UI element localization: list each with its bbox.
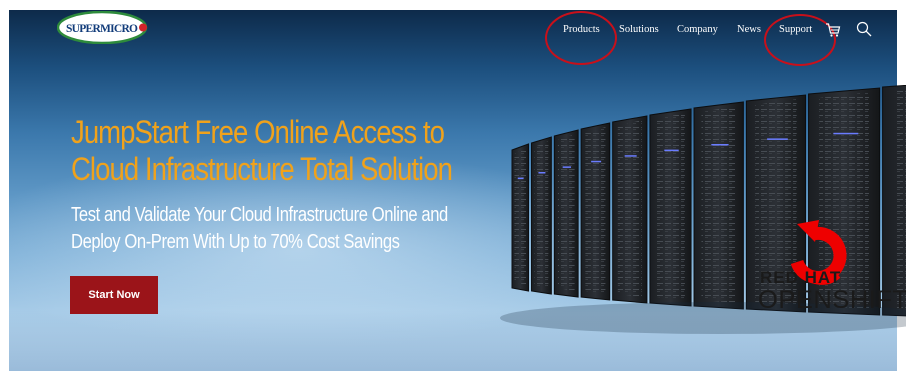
cart-icon[interactable] (825, 22, 841, 38)
page-frame: SUPERMICRO Products Solutions Company Ne… (0, 0, 906, 373)
start-now-button[interactable]: Start Now (70, 276, 158, 314)
nav-news[interactable]: News (737, 20, 761, 40)
hero-subheading-line1: Test and Validate Your Cloud Infrastruct… (71, 204, 448, 226)
hero-headline: JumpStart Free Online Access to Cloud In… (71, 114, 453, 188)
nav-support[interactable]: Support (779, 20, 812, 40)
nav-company[interactable]: Company (677, 20, 718, 40)
hero-subheading: Test and Validate Your Cloud Infrastruct… (71, 202, 448, 256)
hero-headline-line1: JumpStart Free Online Access to (71, 114, 445, 150)
supermicro-logo[interactable]: SUPERMICRO (57, 11, 151, 44)
svg-text:SUPERMICRO: SUPERMICRO (66, 23, 138, 35)
nav-solutions[interactable]: Solutions (619, 20, 659, 40)
red-hat-text: RED HAT (760, 268, 842, 287)
search-icon[interactable] (856, 21, 872, 37)
openshift-text: OPENSHIFT (758, 286, 906, 314)
hero-headline-line2: Cloud Infrastructure Total Solution (71, 151, 453, 187)
nav-products[interactable]: Products (563, 20, 600, 40)
hero-subheading-line2: Deploy On-Prem With Up to 70% Cost Savin… (71, 231, 400, 253)
